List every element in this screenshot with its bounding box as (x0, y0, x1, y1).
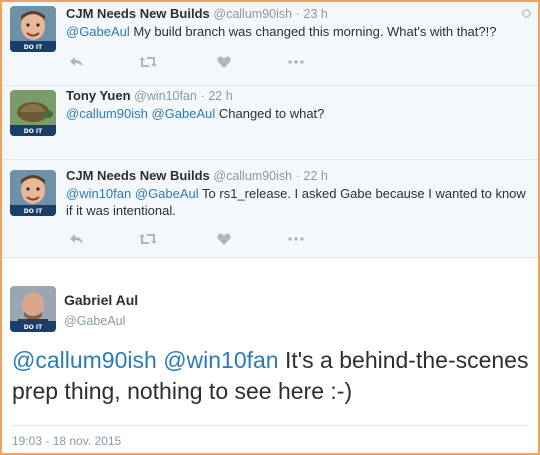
reply-tweet[interactable]: DO IT CJM Needs New Builds @callum90ish … (2, 2, 538, 86)
avatar[interactable]: DO IT (10, 90, 56, 136)
more-icon[interactable] (285, 54, 307, 70)
avatar[interactable]: DO IT (10, 286, 56, 332)
tweet-text: @callum90ish @GabeAul Changed to what? (66, 105, 528, 122)
more-icon[interactable] (285, 231, 307, 247)
avatar-caption: DO IT (24, 324, 43, 331)
reply-tweet[interactable]: DO IT CJM Needs New Builds @callum90ish … (2, 160, 538, 258)
author-name[interactable]: CJM Needs New Builds (66, 168, 210, 183)
separator: · (295, 169, 300, 183)
mention-link[interactable]: @GabeAul (66, 24, 130, 39)
mention-link[interactable]: @callum90ish (66, 106, 148, 121)
avatar-caption: DO IT (24, 208, 43, 215)
reply-tweet[interactable]: DO IT Tony Yuen @win10fan · 22 h @callum… (2, 86, 538, 160)
avatar[interactable]: DO IT (10, 6, 56, 52)
settings-icon[interactable] (522, 9, 531, 18)
like-icon[interactable] (213, 231, 235, 247)
tweet-text: @win10fan @GabeAul To rs1_release. I ask… (66, 185, 528, 219)
avatar-caption: DO IT (24, 128, 43, 135)
author-name[interactable]: Gabriel Aul (64, 292, 138, 308)
tweet-text: @GabeAul My build branch was changed thi… (66, 23, 528, 40)
tweet-header: CJM Needs New Builds @callum90ish · 22 h (66, 168, 328, 183)
author-handle[interactable]: @callum90ish (213, 7, 292, 21)
tweet-header: CJM Needs New Builds @callum90ish · 23 h (66, 6, 328, 21)
reply-icon[interactable] (66, 54, 88, 70)
avatar[interactable]: DO IT (10, 170, 56, 216)
author-handle[interactable]: @win10fan (134, 89, 197, 103)
tweet-date[interactable]: 19:03 - 18 nov. 2015 (12, 434, 121, 448)
author-name[interactable]: CJM Needs New Builds (66, 6, 210, 21)
mention-link[interactable]: @win10fan (66, 186, 131, 201)
timestamp[interactable]: 22 h (208, 89, 232, 103)
main-tweet: DO IT Gabriel Aul @GabeAul @callum90ish … (2, 258, 538, 453)
like-icon[interactable] (213, 54, 235, 70)
author-name[interactable]: Tony Yuen (66, 88, 131, 103)
timestamp[interactable]: 23 h (304, 7, 328, 21)
mention-link[interactable]: @win10fan (163, 347, 278, 373)
author-handle[interactable]: @GabeAul (64, 314, 125, 328)
reply-icon[interactable] (66, 231, 88, 247)
author-handle[interactable]: @callum90ish (213, 169, 292, 183)
divider (12, 425, 528, 426)
tweet-body: My build branch was changed this morning… (129, 24, 497, 39)
tweet-header: Tony Yuen @win10fan · 22 h (66, 88, 233, 103)
mention-link[interactable]: @callum90ish (12, 347, 157, 373)
mention-link[interactable]: @GabeAul (151, 106, 215, 121)
tweet-body: Changed to what? (215, 106, 325, 121)
timestamp[interactable]: 22 h (304, 169, 328, 183)
tweet-conversation: DO IT CJM Needs New Builds @callum90ish … (0, 0, 540, 455)
separator: · (200, 89, 205, 103)
avatar-caption: DO IT (24, 44, 43, 51)
retweet-icon[interactable] (137, 231, 159, 247)
separator: · (295, 7, 300, 21)
mention-link[interactable]: @GabeAul (135, 186, 199, 201)
tweet-text: @callum90ish @win10fan It's a behind-the… (12, 345, 532, 407)
retweet-icon[interactable] (137, 54, 159, 70)
